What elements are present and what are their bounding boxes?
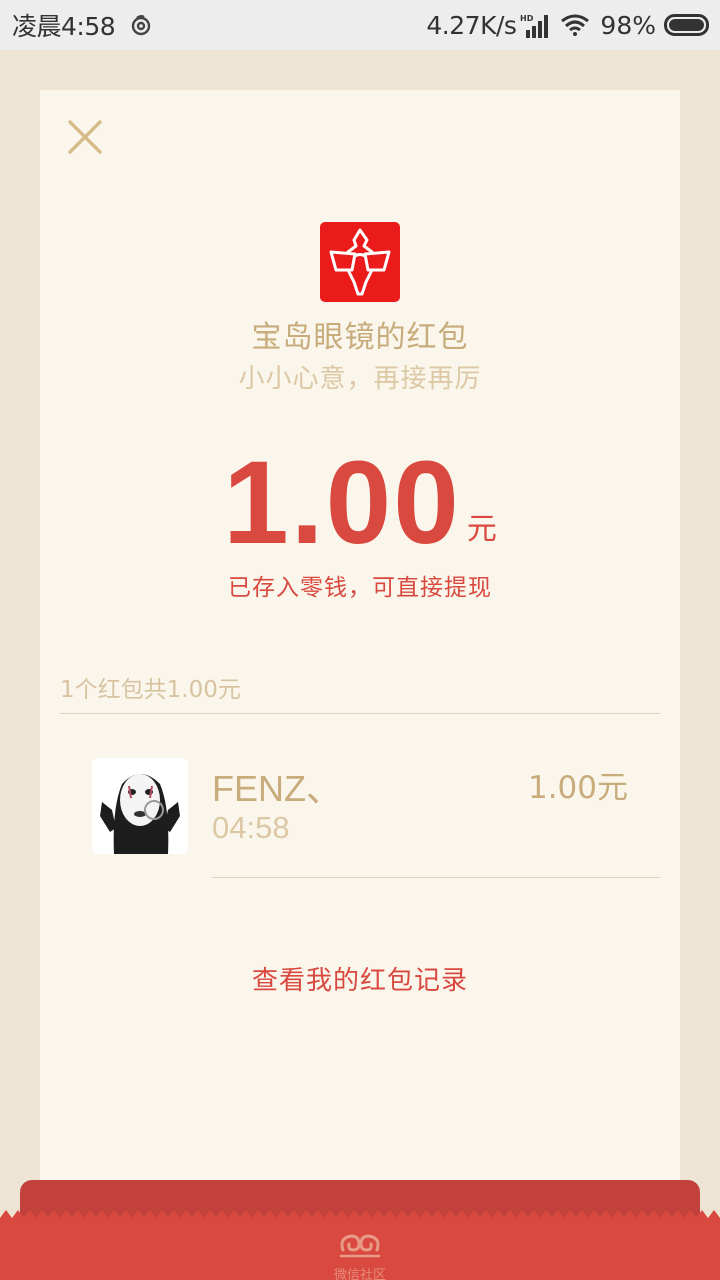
netease-music-icon [131,15,151,36]
envelope-footer-text: 微信社区 [333,1268,386,1280]
hd-signal-icon: HD [520,14,549,38]
record-amount: 1.00元 [527,770,628,806]
saved-to-wallet-note: 已存入零钱，可直接提现 [228,575,492,601]
divider [60,713,660,714]
avatar[interactable] [92,758,188,854]
glasses-map-logo-icon [329,228,391,296]
svg-text:HD: HD [520,14,534,23]
status-bar-left: 凌晨4:58 [12,0,153,50]
greeting-message: 小小心意，再接再厉 [238,364,482,394]
divider [212,877,660,878]
view-history-link[interactable]: 查看我的红包记录 [40,960,680,997]
battery-icon [664,14,709,36]
status-time: 凌晨4:58 [12,12,116,41]
red-packet-card: 宝岛眼镜的红包 小小心意，再接再厉 1.00 元 已存入零钱，可直接提现 1个红… [40,90,680,1220]
sender-title: 宝岛眼镜的红包 [251,320,469,355]
sender-logo [320,222,400,302]
packet-summary: 1个红包共1.00元 [60,677,241,703]
amount-display: 1.00 元 [40,442,680,562]
wifi-icon [561,14,590,36]
status-bar-right: 4.27K/s HD 98% [426,0,710,50]
close-icon[interactable] [66,118,104,156]
network-speed: 4.27K/s [426,10,517,40]
no-face-avatar-icon [92,758,188,854]
record-time: 04:58 [212,810,290,845]
amount-value: 1.00 [223,437,461,569]
wechat-community-logo-icon [339,1234,381,1258]
record-name: FENZ、 [212,768,342,809]
battery-percent: 98% [600,10,656,40]
red-packet-detail-screen: 凌晨4:58 4.27K/s HD 98% 宝岛眼镜的红包 小小心意，再接再厉 … [0,0,720,1280]
list-item[interactable]: FENZ、 04:58 1.00元 [40,758,680,878]
status-bar: 凌晨4:58 4.27K/s HD 98% [0,0,720,50]
amount-unit: 元 [466,512,497,547]
